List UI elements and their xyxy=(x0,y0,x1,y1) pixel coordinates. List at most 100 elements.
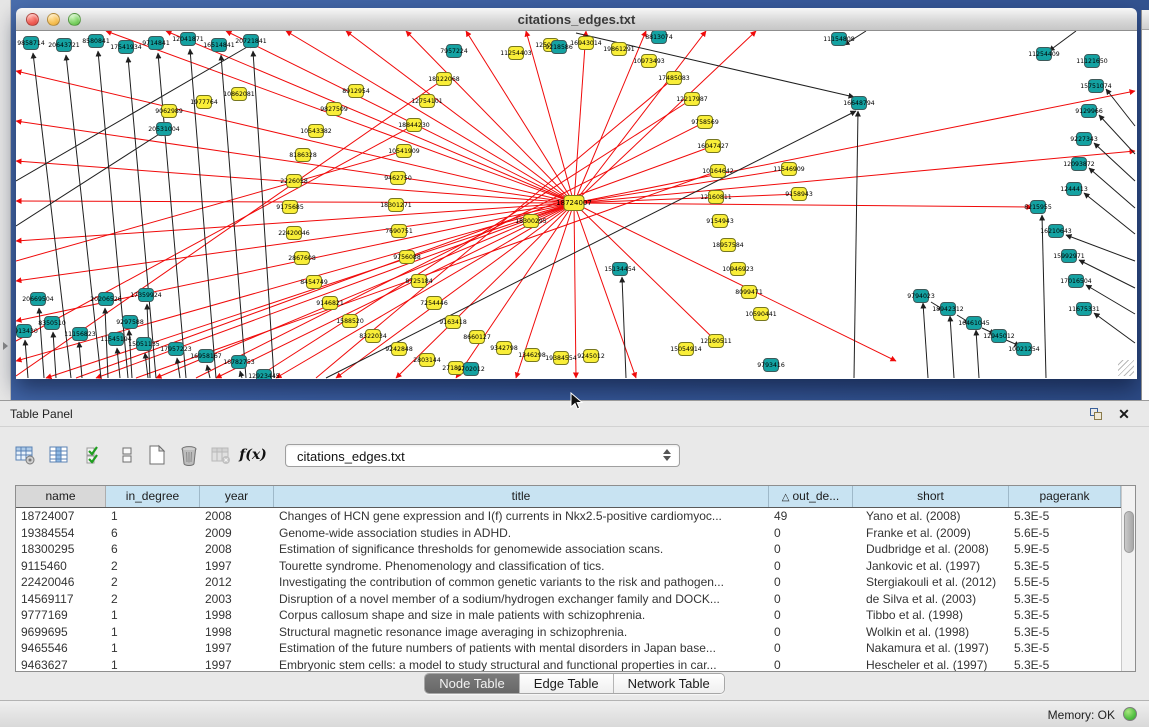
graph-node-label: 18957584 xyxy=(712,242,744,249)
graph-edge xyxy=(16,151,404,261)
graph-edge xyxy=(240,371,242,378)
graph-edge xyxy=(574,31,646,203)
table-cell-year: 2008 xyxy=(200,541,274,558)
graph-node-label: 12945012 xyxy=(983,333,1015,340)
column-header-out_de[interactable]: △out_de... xyxy=(769,486,853,507)
citation-graph[interactable]: 1872400711254403125043081694301419861291… xyxy=(16,31,1137,379)
graph-node-label: 2867608 xyxy=(288,255,316,262)
dropdown-arrows-icon xyxy=(663,449,671,461)
graph-node-label: 11254403 xyxy=(500,50,532,57)
select-rows-button[interactable] xyxy=(82,442,108,468)
graph-node-label: 12923445 xyxy=(248,373,280,379)
graph-node-label: 9756088 xyxy=(393,254,421,261)
table-cell-out_de: 0 xyxy=(769,591,853,608)
graph-node-label: 11121650 xyxy=(1076,58,1108,65)
graph-edge xyxy=(854,111,858,378)
table-row[interactable]: 969969511998Structural magnetic resonanc… xyxy=(16,624,1121,641)
panel-collapse-arrow-icon[interactable] xyxy=(3,342,8,350)
graph-edge xyxy=(406,31,574,203)
graph-node-label: 2803144 xyxy=(413,357,441,364)
table-panel-title: Table Panel xyxy=(10,407,73,421)
graph-node-label: 16461045 xyxy=(958,320,990,327)
graph-node-label: 22420046 xyxy=(278,230,310,237)
table-cell-short: Hescheler et al. (1997) xyxy=(853,657,1009,672)
table-row[interactable]: 1872400712008Changes of HCN gene express… xyxy=(16,508,1121,525)
table-cell-pagerank: 5.3E-5 xyxy=(1009,624,1121,641)
graph-node-label: 15054914 xyxy=(670,346,702,353)
table-row[interactable]: 1938455462009Genome-wide association stu… xyxy=(16,525,1121,542)
show-columns-button[interactable] xyxy=(46,442,72,468)
row-height-button[interactable] xyxy=(114,442,140,468)
table-row[interactable]: 911546021997Tourette syndrome. Phenomeno… xyxy=(16,558,1121,575)
float-panel-button[interactable] xyxy=(1087,405,1105,423)
table-row[interactable]: 1830029562008Estimation of significance … xyxy=(16,541,1121,558)
table-cell-name: 14569117 xyxy=(16,591,106,608)
column-header-pagerank[interactable]: pagerank xyxy=(1009,486,1121,507)
table-cell-pagerank: 5.3E-5 xyxy=(1009,640,1121,657)
table-cell-year: 1997 xyxy=(200,558,274,575)
graph-node-label: 8215955 xyxy=(1024,204,1052,211)
create-table-button[interactable] xyxy=(144,442,170,468)
table-row[interactable]: 2242004622012Investigating the contribut… xyxy=(16,574,1121,591)
table-row[interactable]: 946362711997Embryonic stem cells: a mode… xyxy=(16,657,1121,672)
close-panel-button[interactable]: ✕ xyxy=(1115,405,1133,423)
graph-node-label: 16958167 xyxy=(190,353,222,360)
tab-network-table[interactable]: Network Table xyxy=(614,674,724,693)
table-row[interactable]: 1456911722003Disruption of a novel membe… xyxy=(16,591,1121,608)
graph-node-label: 9062989 xyxy=(155,108,183,115)
table-cell-year: 2008 xyxy=(200,508,274,525)
table-cell-title: Estimation of significance thresholds fo… xyxy=(274,541,769,558)
table-cell-out_de: 0 xyxy=(769,558,853,575)
table-cell-title: Estimation of the future numbers of pati… xyxy=(274,640,769,657)
column-header-title[interactable]: title xyxy=(274,486,769,507)
graph-node-label: 8660127 xyxy=(463,334,491,341)
table-cell-in_degree: 2 xyxy=(106,591,200,608)
graph-node-label: 15751074 xyxy=(1080,83,1112,90)
graph-node-label: 15051135 xyxy=(128,341,160,348)
tab-edge-table[interactable]: Edge Table xyxy=(520,674,614,693)
scrollbar-thumb[interactable] xyxy=(1124,511,1134,553)
graph-edge xyxy=(574,194,799,203)
graph-edge xyxy=(128,57,156,378)
memory-status-indicator xyxy=(1123,707,1137,721)
column-header-year[interactable]: year xyxy=(200,486,274,507)
graph-edge xyxy=(574,203,1032,207)
graph-node-label: 20721841 xyxy=(235,38,267,45)
attribute-table[interactable]: namein_degreeyeartitle△out_de...shortpag… xyxy=(15,485,1136,672)
table-cell-pagerank: 5.6E-5 xyxy=(1009,525,1121,542)
table-cell-in_degree: 1 xyxy=(106,657,200,672)
graph-node-label: 18122068 xyxy=(428,76,460,83)
graph-node-label: 8912954 xyxy=(342,88,370,95)
table-row[interactable]: 946554611997Estimation of the future num… xyxy=(16,640,1121,657)
vertical-scrollbar[interactable] xyxy=(1121,486,1135,671)
column-header-in_degree[interactable]: in_degree xyxy=(106,486,200,507)
table-settings-button[interactable] xyxy=(12,442,38,468)
table-cell-out_de: 0 xyxy=(769,525,853,542)
table-cell-short: de Silva et al. (2003) xyxy=(853,591,1009,608)
column-header-short[interactable]: short xyxy=(853,486,1009,507)
canvas-resize-grip[interactable] xyxy=(1118,360,1134,376)
function-builder-button[interactable]: f(x) xyxy=(240,442,266,468)
graph-node-label: 20643721 xyxy=(48,42,80,49)
graph-node-label: 8322034 xyxy=(359,333,387,340)
graph-node-label: 11545194 xyxy=(100,336,132,343)
table-toolbar: f(x) citations_edges.txt xyxy=(0,435,1149,475)
table-cell-name: 19384554 xyxy=(16,525,106,542)
delete-table-button[interactable] xyxy=(176,442,202,468)
memory-status-label: Memory: OK xyxy=(1048,708,1115,722)
tab-node-table[interactable]: Node Table xyxy=(425,674,520,693)
graph-node-label: 19861291 xyxy=(603,46,635,53)
window-titlebar[interactable]: citations_edges.txt xyxy=(16,8,1137,31)
graph-node-label: 10862081 xyxy=(223,91,255,98)
network-canvas[interactable]: 1872400711254403125043081694301419861291… xyxy=(16,31,1137,379)
window-title: citations_edges.txt xyxy=(16,12,1137,27)
table-row[interactable]: 977716911998Corpus callosum shape and si… xyxy=(16,607,1121,624)
graph-edge xyxy=(1099,115,1135,154)
network-view-window[interactable]: citations_edges.txt 18724007112544031250… xyxy=(16,8,1137,379)
graph-node-label: 16514841 xyxy=(203,42,235,49)
graph-node-label: 7690751 xyxy=(385,228,413,235)
table-cell-short: Wolkin et al. (1998) xyxy=(853,624,1009,641)
column-header-name[interactable]: name xyxy=(16,486,106,507)
table-selector-dropdown[interactable]: citations_edges.txt xyxy=(285,444,680,467)
graph-node-label: 8454749 xyxy=(300,279,328,286)
